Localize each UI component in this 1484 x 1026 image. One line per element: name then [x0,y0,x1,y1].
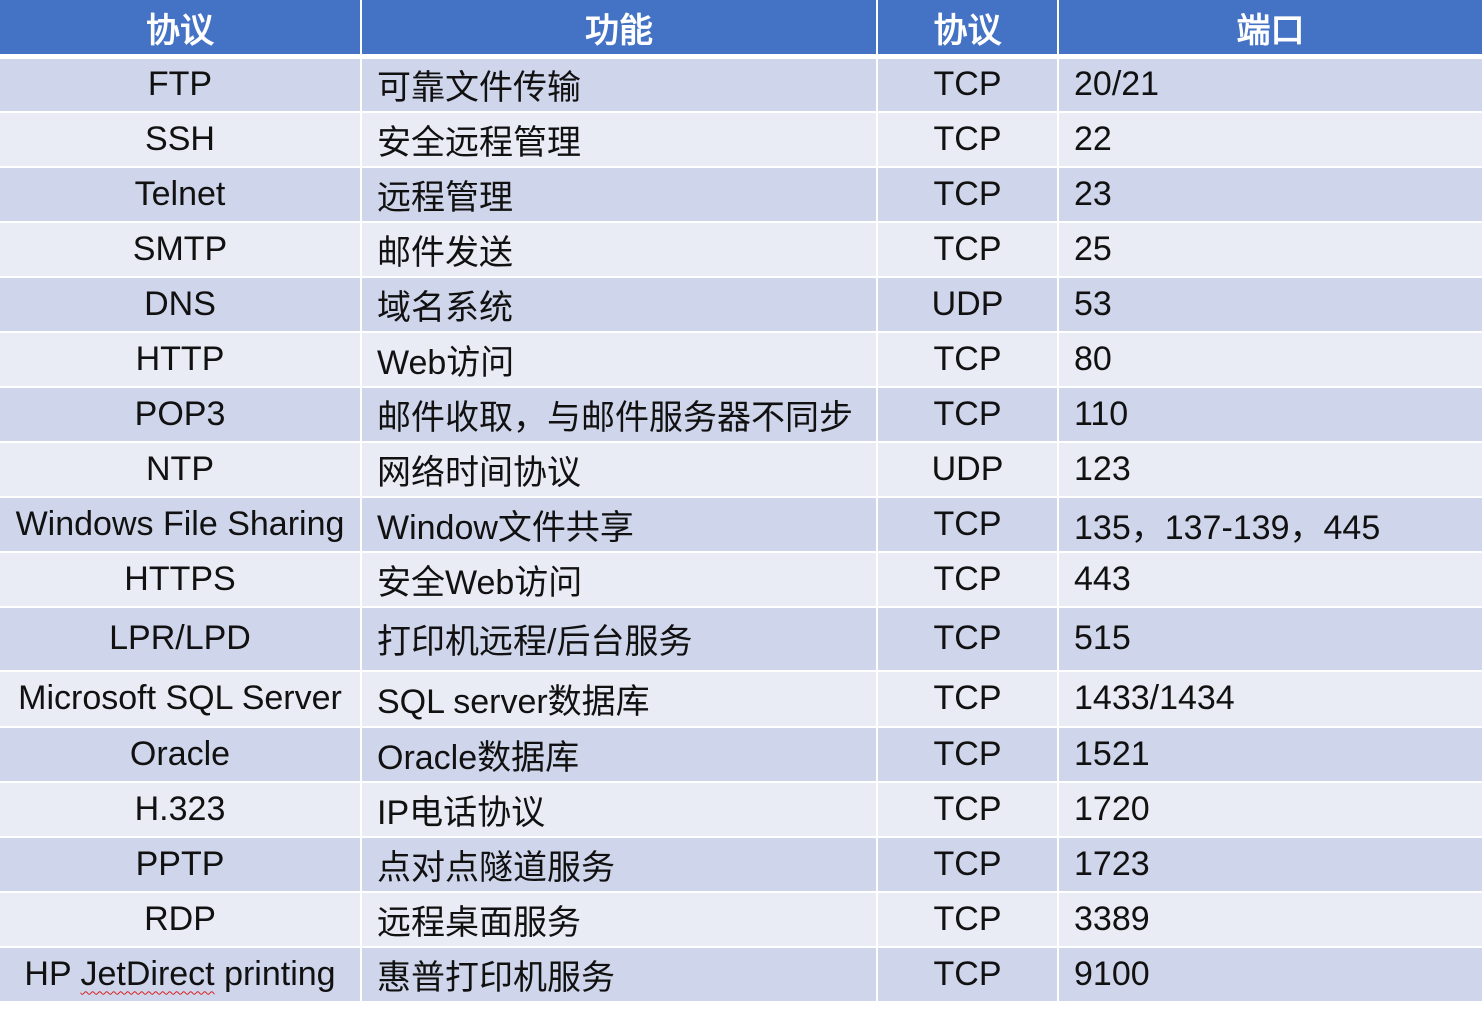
table-body: FTP 可靠文件传输 TCP 20/21 SSH 安全远程管理 TCP 22 Telnet 远程管… [0,56,1482,1003]
table-row: RDP 远程桌面服务 TCP 3389 [0,891,1482,948]
port-cell: 9100 [1058,946,1482,1003]
function-cell: SQL server数据库 [361,670,878,728]
table-row: H.323 IP电话协议 TCP 1720 [0,781,1482,838]
transport-cell: UDP [877,276,1059,333]
table-row: HTTPS 安全Web访问 TCP 443 [0,551,1482,608]
transport-cell: TCP [877,56,1059,113]
protocol-cell: HP JetDirect printing [0,946,362,1003]
protocol-cell: POP3 [0,386,362,443]
port-cell: 22 [1058,111,1482,168]
protocol-cell: NTP [0,441,362,498]
transport-cell: TCP [877,836,1059,893]
function-cell: 域名系统 [361,276,878,333]
function-cell: Web访问 [361,331,878,388]
protocol-cell: HTTPS [0,551,362,608]
function-cell: 可靠文件传输 [361,56,878,113]
port-cell: 20/21 [1058,56,1482,113]
port-cell: 1433/1434 [1058,670,1482,728]
header-port: 端口 [1058,0,1482,59]
port-cell: 443 [1058,551,1482,608]
transport-cell: TCP [877,946,1059,1003]
transport-cell: TCP [877,111,1059,168]
table-row: Microsoft SQL Server SQL server数据库 TCP 1433… [0,670,1482,728]
header-transport: 协议 [877,0,1059,59]
port-cell: 1720 [1058,781,1482,838]
port-cell: 135，137-139，445 [1058,496,1482,553]
transport-cell: TCP [877,221,1059,278]
function-cell: 邮件发送 [361,221,878,278]
table-row: Windows File Sharing Window文件共享 TCP 135，137… [0,496,1482,553]
function-cell: 安全远程管理 [361,111,878,168]
spellcheck-underline: JetDirect [80,954,215,993]
function-cell: 远程桌面服务 [361,891,878,948]
protocol-port-table: 协议 功能 协议 端口 FTP 可靠文件传输 TCP 20/21 SSH 安全远程管理 TC… [0,0,1482,1003]
table-row: Telnet 远程管理 TCP 23 [0,166,1482,223]
port-cell: 80 [1058,331,1482,388]
table-row: DNS 域名系统 UDP 53 [0,276,1482,333]
function-cell: 惠普打印机服务 [361,946,878,1003]
transport-cell: TCP [877,166,1059,223]
function-cell: Oracle数据库 [361,726,878,783]
protocol-cell: H.323 [0,781,362,838]
protocol-cell: FTP [0,56,362,113]
protocol-cell: SMTP [0,221,362,278]
table-header: 协议 功能 协议 端口 [0,0,1482,59]
port-cell: 1521 [1058,726,1482,783]
port-cell: 1723 [1058,836,1482,893]
transport-cell: TCP [877,496,1059,553]
function-cell: 安全Web访问 [361,551,878,608]
function-cell: 打印机远程/后台服务 [361,606,878,672]
port-cell: 23 [1058,166,1482,223]
transport-cell: TCP [877,331,1059,388]
function-cell: IP电话协议 [361,781,878,838]
header-protocol: 协议 [0,0,362,59]
protocol-cell: PPTP [0,836,362,893]
table-row: FTP 可靠文件传输 TCP 20/21 [0,56,1482,113]
table-row: POP3 邮件收取，与邮件服务器不同步 TCP 110 [0,386,1482,443]
header-function: 功能 [361,0,878,59]
transport-cell: TCP [877,386,1059,443]
table-row: NTP 网络时间协议 UDP 123 [0,441,1482,498]
transport-cell: TCP [877,891,1059,948]
transport-cell: TCP [877,606,1059,672]
transport-cell: TCP [877,781,1059,838]
function-cell: 网络时间协议 [361,441,878,498]
protocol-cell: LPR/LPD [0,606,362,672]
protocol-cell: HTTP [0,331,362,388]
table-row: SMTP 邮件发送 TCP 25 [0,221,1482,278]
function-cell: 点对点隧道服务 [361,836,878,893]
transport-cell: UDP [877,441,1059,498]
port-cell: 25 [1058,221,1482,278]
port-cell: 515 [1058,606,1482,672]
protocol-cell: Telnet [0,166,362,223]
table-row: PPTP 点对点隧道服务 TCP 1723 [0,836,1482,893]
table-row: LPR/LPD 打印机远程/后台服务 TCP 515 [0,606,1482,672]
table-row: Oracle Oracle数据库 TCP 1521 [0,726,1482,783]
protocol-cell: Windows File Sharing [0,496,362,553]
function-cell: 邮件收取，与邮件服务器不同步 [361,386,878,443]
function-cell: 远程管理 [361,166,878,223]
transport-cell: TCP [877,551,1059,608]
table-row: HP JetDirect printing 惠普打印机服务 TCP 9100 [0,946,1482,1003]
function-cell: Window文件共享 [361,496,878,553]
protocol-cell: DNS [0,276,362,333]
protocol-cell: RDP [0,891,362,948]
protocol-cell: SSH [0,111,362,168]
port-cell: 123 [1058,441,1482,498]
header-row: 协议 功能 协议 端口 [0,0,1482,59]
transport-cell: TCP [877,670,1059,728]
port-cell: 110 [1058,386,1482,443]
port-cell: 53 [1058,276,1482,333]
port-cell: 3389 [1058,891,1482,948]
transport-cell: TCP [877,726,1059,783]
protocol-cell: Microsoft SQL Server [0,670,362,728]
protocol-cell: Oracle [0,726,362,783]
table-row: HTTP Web访问 TCP 80 [0,331,1482,388]
table-row: SSH 安全远程管理 TCP 22 [0,111,1482,168]
